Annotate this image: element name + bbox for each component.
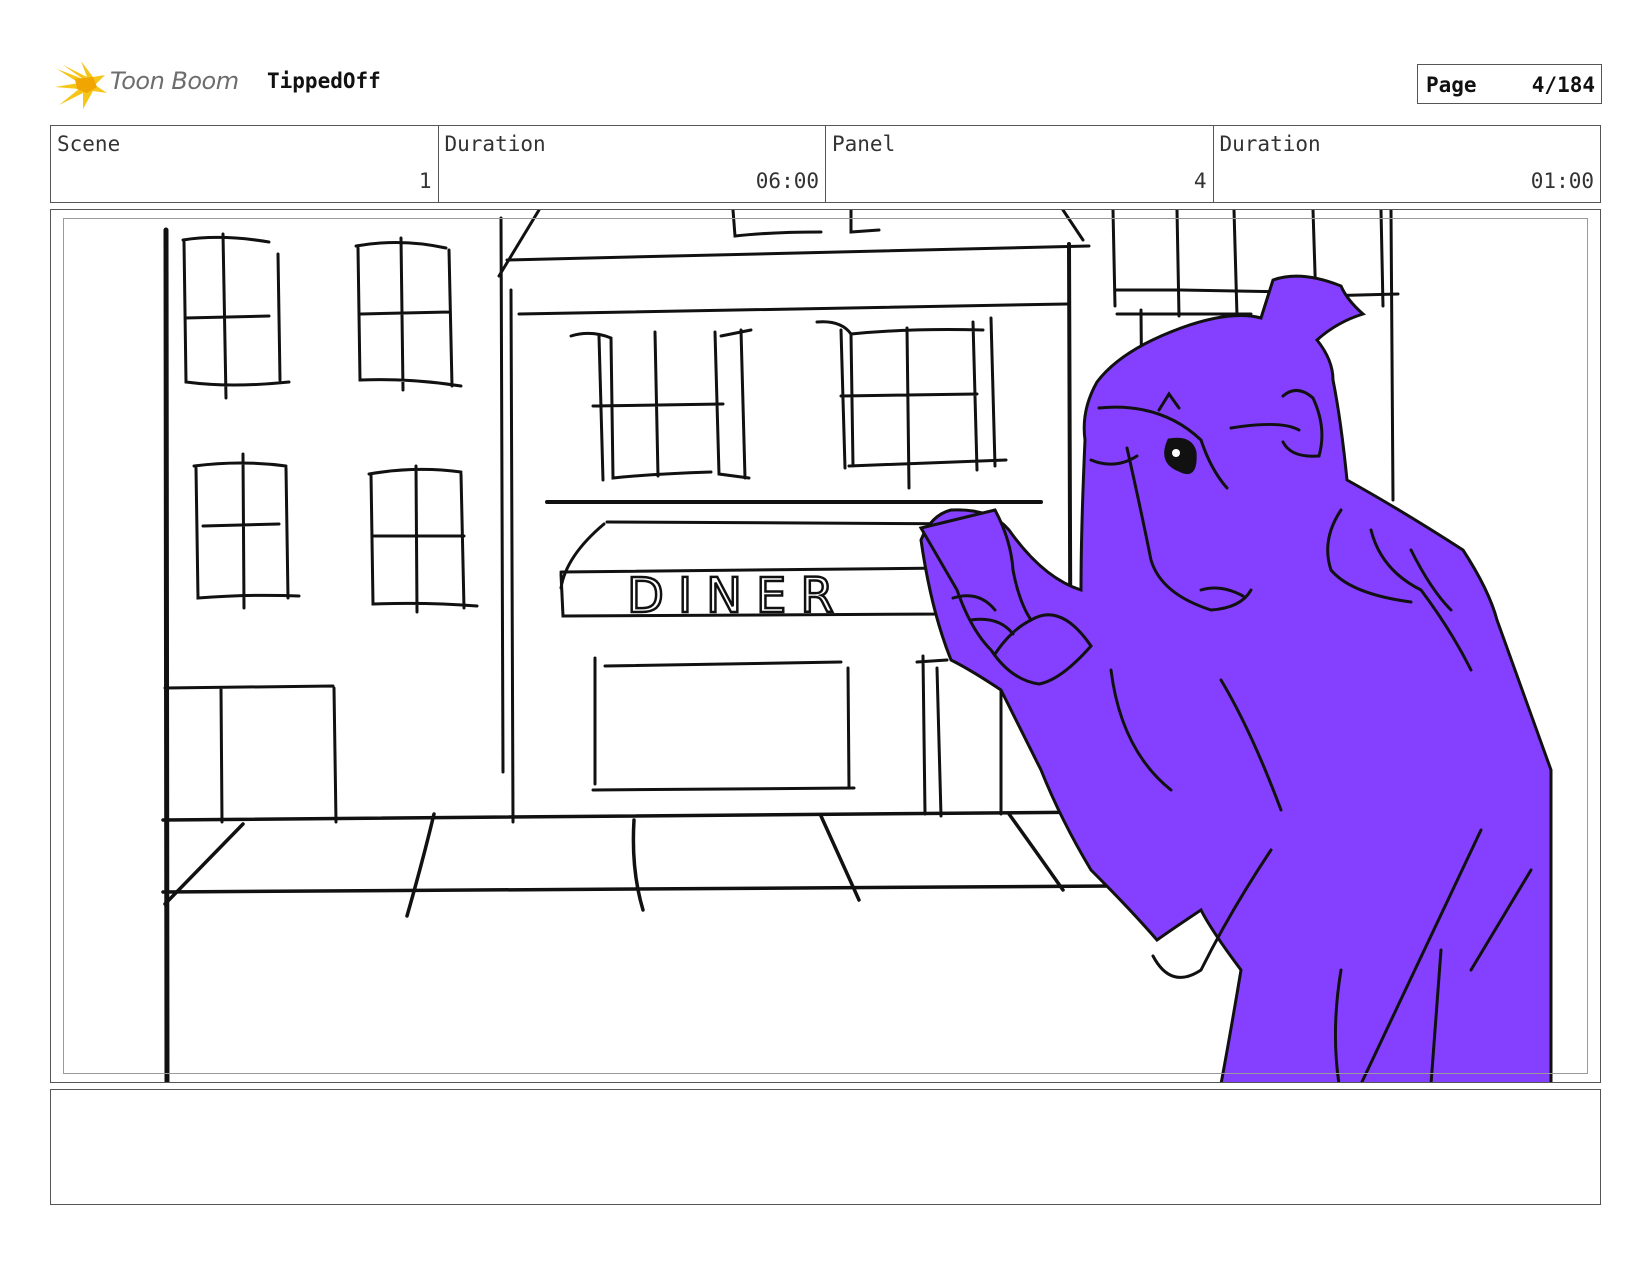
- project-title: TippedOff: [267, 69, 381, 93]
- scene-value: 1: [418, 169, 432, 193]
- panel-info-bar: Scene 1 Duration 06:00 Panel 4 Duration …: [50, 125, 1601, 203]
- panel-duration-cell: Duration 01:00: [1214, 126, 1601, 202]
- brand-name: Toon Boom: [110, 67, 239, 95]
- scene-duration-label: Duration: [444, 132, 546, 156]
- sidewalk: [161, 810, 1113, 918]
- character-fill: [919, 274, 1553, 1082]
- panel-duration-label: Duration: [1219, 132, 1321, 156]
- diner-sign-text: DINER: [627, 568, 848, 624]
- toon-boom-logo-icon: [55, 61, 107, 109]
- scene-duration-cell: Duration 06:00: [439, 126, 826, 202]
- scene-cell: Scene 1: [51, 126, 439, 202]
- scene-duration-value: 06:00: [755, 169, 819, 193]
- panel-label: Panel: [832, 132, 896, 156]
- panel-cell: Panel 4: [826, 126, 1214, 202]
- scene-label: Scene: [57, 132, 121, 156]
- building-left: [163, 227, 479, 1082]
- page-label: Page: [1426, 73, 1477, 97]
- page-indicator: Page 4/184: [1417, 64, 1602, 104]
- page-value: 4/184: [1531, 73, 1595, 97]
- building-diner: [497, 210, 1091, 824]
- panel-value: 4: [1193, 169, 1207, 193]
- notes-box: [50, 1089, 1601, 1205]
- panel-sketch: DINER: [161, 210, 1553, 1082]
- storyboard-header: Toon Boom TippedOff Page 4/184: [50, 55, 1610, 111]
- panel-duration-value: 01:00: [1530, 169, 1594, 193]
- character: [918, 274, 1553, 1082]
- storyboard-panel-image: DINER: [50, 209, 1601, 1083]
